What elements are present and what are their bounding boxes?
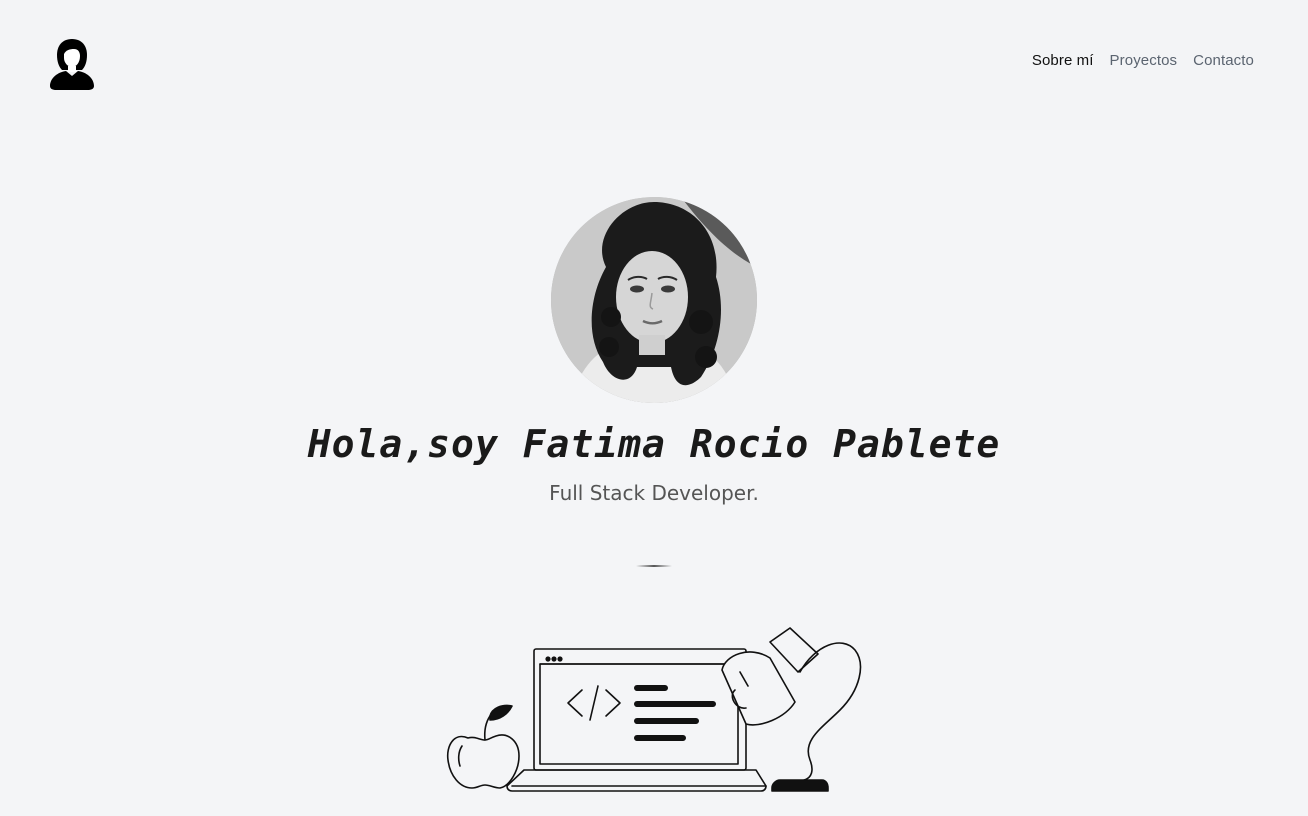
apple-icon	[446, 704, 520, 789]
desk-lamp-icon	[721, 627, 862, 792]
nav-link-proyectos[interactable]: Proyectos	[1110, 52, 1178, 69]
hero-subtitle: Full Stack Developer.	[549, 481, 759, 505]
site-header: Sobre mí Proyectos Contacto	[0, 0, 1308, 130]
main-nav: Sobre mí Proyectos Contacto	[1032, 52, 1254, 69]
developer-desk-illustration	[440, 620, 870, 800]
nav-link-contacto[interactable]: Contacto	[1193, 52, 1254, 69]
logo-avatar-icon[interactable]	[44, 36, 100, 92]
hero-title: Hola,soy Fatima Rocio Pablete	[307, 422, 1001, 466]
section-divider	[636, 565, 672, 567]
profile-photo	[551, 197, 757, 403]
page: Sobre mí Proyectos Contacto Hola,soy Fat…	[0, 0, 1308, 816]
nav-link-sobre-mi[interactable]: Sobre mí	[1032, 52, 1094, 69]
woman-avatar-icon	[50, 39, 94, 90]
